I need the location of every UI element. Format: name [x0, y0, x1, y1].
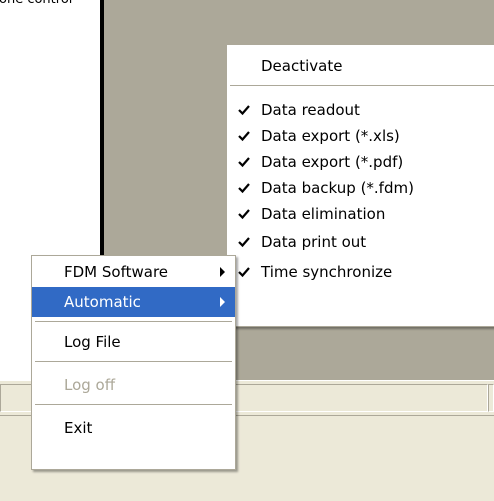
checkmark-icon [238, 131, 250, 142]
menu-item-label: Automatic [64, 293, 141, 311]
checkmark-icon [238, 105, 250, 116]
submenu-arrow-icon [220, 267, 225, 277]
deactivate-label: Deactivate [261, 57, 343, 75]
status-panel-right [488, 384, 494, 412]
checkmark-icon [238, 267, 250, 278]
menu-separator [227, 81, 494, 97]
checkmark-icon [238, 209, 250, 220]
tray-context-menu: FDM Software Automatic Log File Log off … [31, 255, 236, 470]
menu-item-data-backup[interactable]: Data backup (*.fdm) [227, 175, 494, 201]
automatic-submenu: Deactivate Data readout Data export (*.x… [226, 44, 494, 327]
menu-item-data-print-out[interactable]: Data print out [227, 227, 494, 257]
menu-item-log-file[interactable]: Log File [32, 327, 235, 357]
menu-item-data-elimination[interactable]: Data elimination [227, 201, 494, 227]
menu-item-label: Time synchronize [261, 263, 393, 281]
menu-item-data-export-xls[interactable]: Data export (*.xls) [227, 123, 494, 149]
menu-item-data-readout[interactable]: Data readout [227, 97, 494, 123]
menu-item-label: Data export (*.xls) [261, 127, 400, 145]
submenu-arrow-icon [220, 297, 225, 307]
menu-item-log-off: Log off [32, 370, 235, 400]
menu-separator [32, 357, 235, 366]
menu-item-label: Data export (*.pdf) [261, 153, 404, 171]
menu-item-fdm-software[interactable]: FDM Software [32, 257, 235, 287]
menu-separator [32, 400, 235, 409]
menu-item-label: Log off [64, 376, 116, 394]
menu-item-label: Log File [64, 333, 121, 351]
checkmark-icon [238, 157, 250, 168]
menu-item-time-synchronize[interactable]: Time synchronize [227, 257, 494, 287]
menu-item-label: Data backup (*.fdm) [261, 179, 414, 197]
checkmark-icon [238, 237, 250, 248]
deactivate-menu-item[interactable]: Deactivate [227, 51, 494, 81]
checkmark-icon [238, 183, 250, 194]
menu-item-label: Data print out [261, 233, 367, 251]
menu-item-data-export-pdf[interactable]: Data export (*.pdf) [227, 149, 494, 175]
menu-item-label: FDM Software [64, 263, 169, 281]
menu-item-label: Data readout [261, 101, 360, 119]
menu-item-label: Exit [64, 419, 93, 437]
menu-item-exit[interactable]: Exit [32, 413, 235, 443]
menu-item-automatic[interactable]: Automatic [32, 287, 235, 317]
menu-separator [32, 317, 235, 326]
cut-off-text: one control [0, 0, 72, 9]
menu-item-label: Data elimination [261, 205, 386, 223]
